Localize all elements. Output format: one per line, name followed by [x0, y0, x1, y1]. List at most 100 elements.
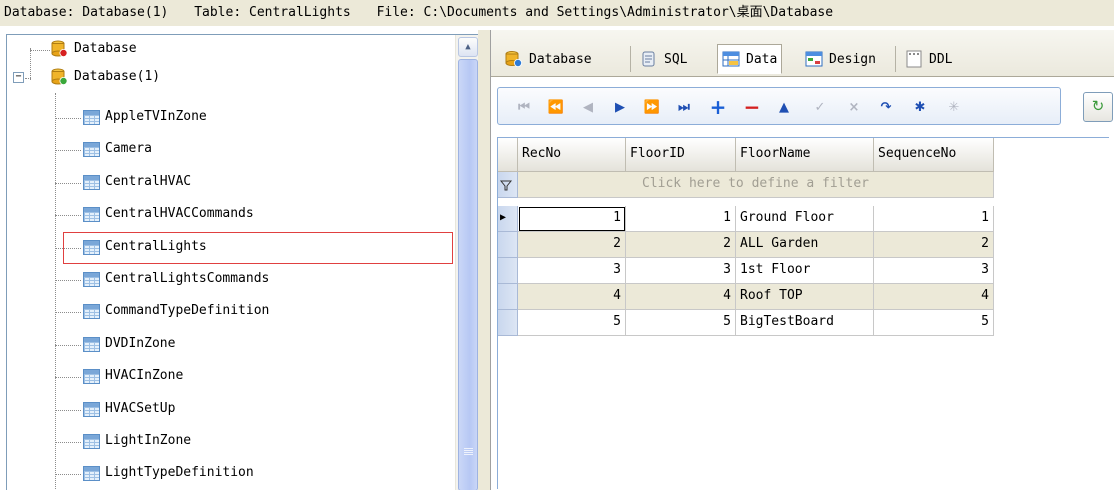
selected-table-highlight — [63, 231, 453, 264]
tree-table-central-hvaccommands[interactable]: CentralHVACCommands — [7, 202, 452, 228]
cell-sequence-no[interactable]: 4 — [874, 284, 994, 310]
cell-floor-name[interactable]: Ground Floor — [736, 206, 874, 232]
column-header-rec-no[interactable]: RecNo — [518, 138, 626, 172]
status-bar: Database: Database(1) Table: CentralLigh… — [0, 0, 1114, 26]
cell-floor-id[interactable]: 5 — [626, 310, 736, 336]
tree-table-camera[interactable]: Camera — [7, 137, 452, 163]
cancel-edit-button[interactable]: × — [842, 95, 866, 119]
tree-table-label: DVDInZone — [105, 335, 176, 351]
post-edit-button[interactable]: ✓ — [808, 95, 832, 119]
cell-floor-name[interactable]: 1st Floor — [736, 258, 874, 284]
cell-floor-name[interactable]: BigTestBoard — [736, 310, 874, 336]
database-tree[interactable]: Database − Database(1) AppleTVInZone Camera C… — [6, 34, 478, 490]
scroll-up-button[interactable]: ▲ — [458, 37, 478, 57]
tree-table-label: CommandTypeDefinition — [105, 303, 270, 319]
cell-sequence-no[interactable]: 2 — [874, 232, 994, 258]
filter-row[interactable]: Click here to define a filter — [518, 172, 994, 198]
table-icon — [83, 434, 100, 449]
tree-table-light-type-definition[interactable]: LightTypeDefinition — [7, 461, 452, 487]
tab-design[interactable]: Design — [801, 44, 880, 74]
cell-rec-no[interactable]: 3 — [518, 258, 626, 284]
tab-sql[interactable]: SQL — [636, 44, 691, 74]
tree-connector — [55, 312, 81, 314]
last-record-button[interactable]: ⏭ — [672, 95, 696, 119]
tree-table-central-hvac[interactable]: CentralHVAC — [7, 170, 452, 196]
database-red-icon — [51, 40, 68, 57]
cell-rec-no[interactable]: 2 — [518, 232, 626, 258]
delete-record-button[interactable]: − — [740, 95, 764, 119]
row-indicator[interactable] — [498, 284, 518, 310]
next-page-button[interactable]: ⏩ — [640, 95, 664, 119]
goto-bookmark-button[interactable]: ✳ — [942, 95, 966, 119]
column-header-floor-id[interactable]: FloorID — [626, 138, 736, 172]
current-row-indicator[interactable]: ▶ — [498, 206, 518, 232]
tab-label: Data — [746, 51, 778, 67]
tree-connector — [55, 150, 81, 152]
cell-sequence-no[interactable]: 1 — [874, 206, 994, 232]
tree-table-command-type-definition[interactable]: CommandTypeDefinition — [7, 299, 452, 325]
tree-table-label: CentralHVACCommands — [105, 206, 254, 222]
tree-connector — [30, 50, 50, 51]
tree-table-central-lights-commands[interactable]: CentralLightsCommands — [7, 267, 452, 293]
insert-record-button[interactable]: + — [706, 95, 730, 119]
edit-record-button[interactable]: ▲ — [772, 95, 796, 119]
funnel-icon[interactable] — [498, 172, 518, 198]
cell-floor-name[interactable]: Roof TOP — [736, 284, 874, 310]
tree-node-database[interactable]: Database — [7, 37, 452, 63]
cell-floor-name[interactable]: ALL Garden — [736, 232, 874, 258]
tree-table-label: HVACSetUp — [105, 400, 176, 416]
cell-floor-id[interactable]: 2 — [626, 232, 736, 258]
tree-table-hvacset-up[interactable]: HVACSetUp — [7, 397, 452, 423]
scroll-thumb[interactable] — [458, 59, 478, 490]
status-file: File: C:\Documents and Settings\Administ… — [376, 5, 834, 20]
tree-table-apple-tvin-zone[interactable]: AppleTVInZone — [7, 105, 452, 131]
row-indicator[interactable] — [498, 258, 518, 284]
cell-rec-no[interactable]: 4 — [518, 284, 626, 310]
tree-table-label: AppleTVInZone — [105, 109, 207, 124]
next-record-button[interactable]: ▶ — [608, 95, 632, 119]
tree-node-database-1-[interactable]: − Database(1) — [7, 65, 452, 91]
cell-floor-id[interactable]: 4 — [626, 284, 736, 310]
status-table: Table: CentralLights — [194, 5, 351, 20]
tree-connector — [55, 409, 81, 411]
tree-table-label: CentralLightsCommands — [105, 271, 270, 286]
tree-node-label: Database — [74, 41, 137, 56]
set-bookmark-button[interactable]: ✱ — [908, 95, 932, 119]
tab-ddl[interactable]: DDL — [901, 44, 956, 74]
tree-node-label: Database(1) — [74, 69, 161, 84]
tab-data[interactable]: Data — [717, 44, 783, 74]
prior-page-button[interactable]: ⏪ — [544, 95, 568, 119]
row-indicator[interactable] — [498, 310, 518, 336]
data-grid[interactable]: RecNo FloorID FloorName SequenceNo Click her… — [497, 137, 1109, 489]
table-icon — [83, 336, 100, 352]
database-icon — [505, 50, 523, 68]
tree-table-light-in-zone[interactable]: LightInZone — [7, 429, 452, 455]
cell-rec-no[interactable]: 1 — [518, 206, 626, 232]
thumb-grip-icon — [464, 448, 473, 455]
refresh-data-button[interactable]: ↷ — [874, 95, 898, 119]
tab-separator — [630, 46, 631, 72]
tree-scrollbar[interactable]: ▲ — [455, 35, 478, 490]
cell-sequence-no[interactable]: 3 — [874, 258, 994, 284]
tab-label: DDL — [929, 51, 953, 67]
cell-rec-no[interactable]: 5 — [518, 310, 626, 336]
prior-record-button[interactable]: ◀ — [576, 95, 600, 119]
table-icon — [83, 401, 100, 417]
tree-table-dvdin-zone[interactable]: DVDInZone — [7, 332, 452, 358]
column-header-floor-name[interactable]: FloorName — [736, 138, 874, 172]
cell-floor-id[interactable]: 1 — [626, 206, 736, 232]
database-green-icon — [51, 68, 68, 85]
cell-sequence-no[interactable]: 5 — [874, 310, 994, 336]
tab-label: Design — [829, 51, 876, 67]
panel-splitter[interactable] — [478, 30, 490, 490]
collapse-toggle-icon[interactable]: − — [13, 72, 24, 83]
first-record-button[interactable]: ⏮ — [512, 95, 536, 119]
refresh-button[interactable]: ↻ — [1083, 92, 1113, 122]
cell-floor-id[interactable]: 3 — [626, 258, 736, 284]
tree-table-label: LightInZone — [105, 433, 192, 448]
tree-table-hvacin-zone[interactable]: HVACInZone — [7, 364, 452, 390]
tree-connector — [55, 377, 81, 379]
column-header-sequence-no[interactable]: SequenceNo — [874, 138, 994, 172]
tab-database[interactable]: Database — [501, 44, 596, 74]
row-indicator[interactable] — [498, 232, 518, 258]
